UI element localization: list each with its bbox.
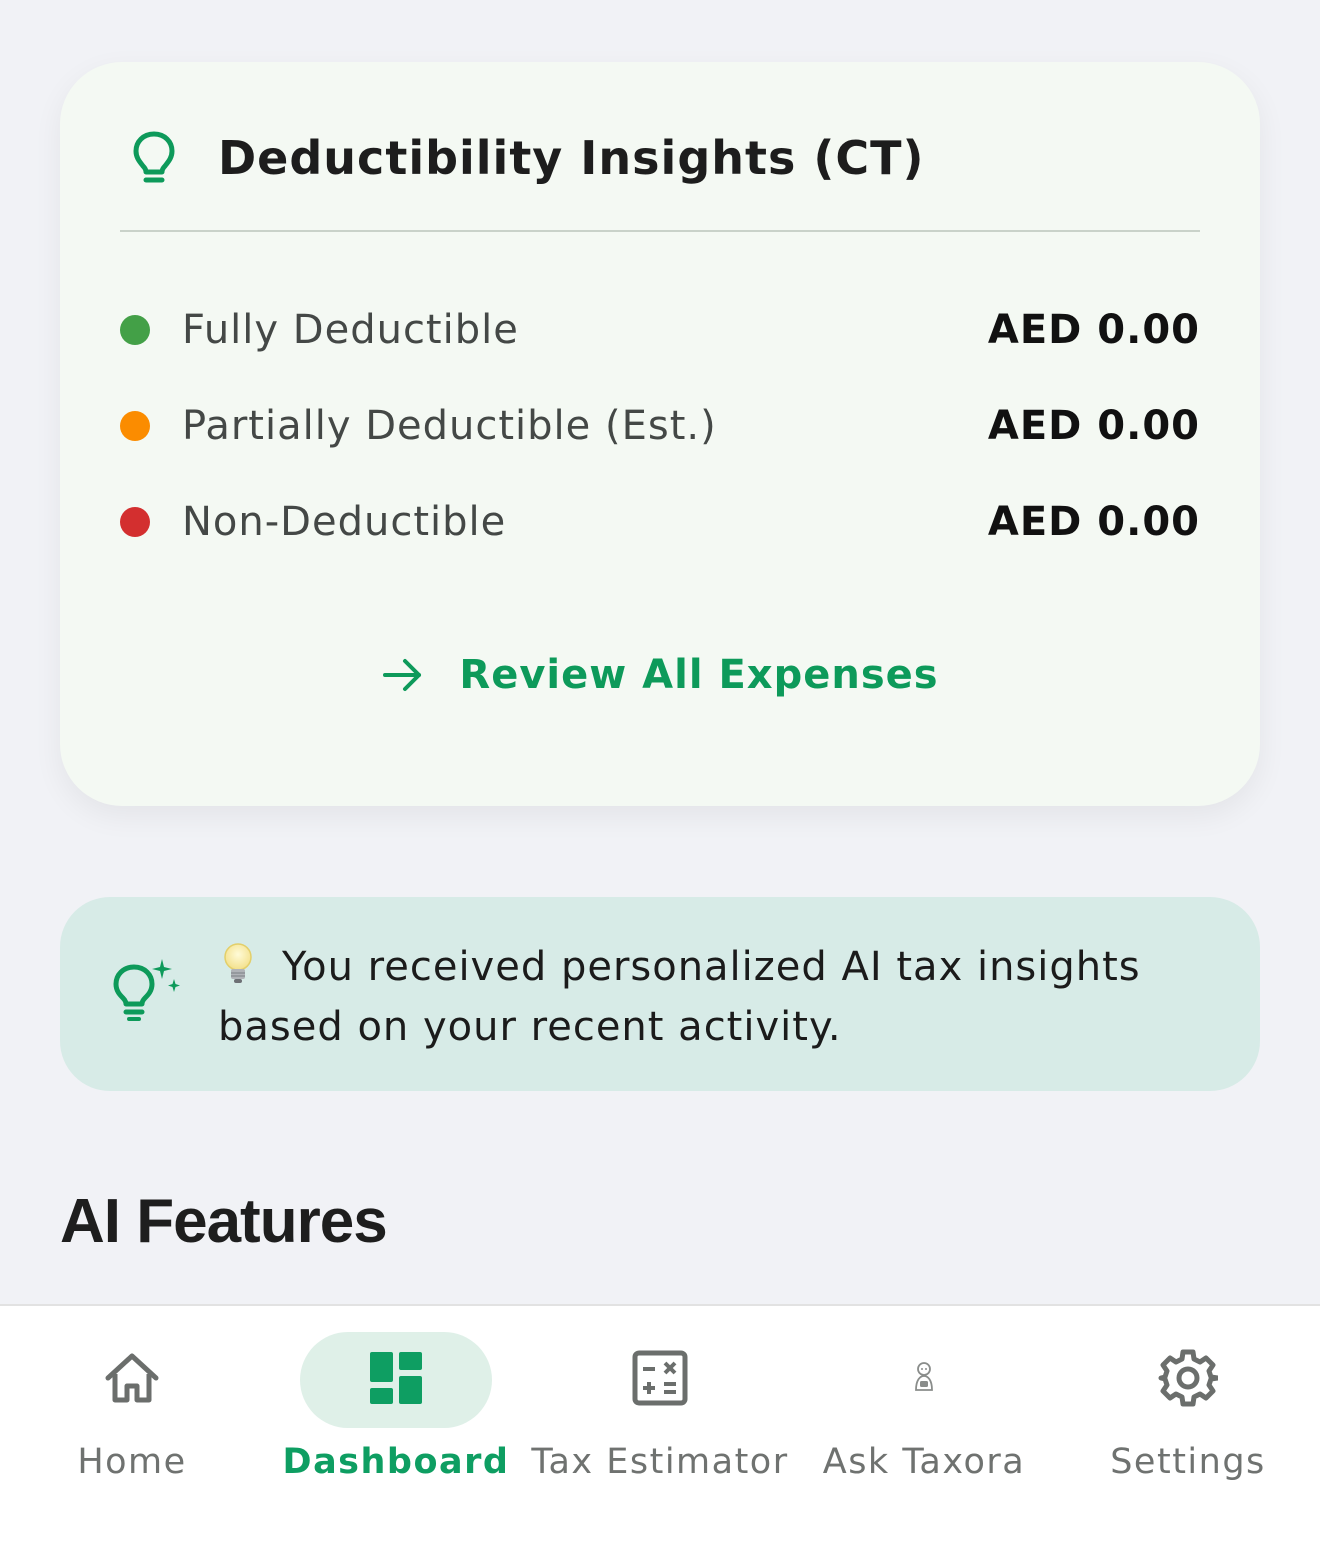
review-all-expenses-button[interactable]: Review All Expenses [60, 640, 1260, 710]
deductibility-row-fully: Fully Deductible AED 0.00 [120, 282, 1200, 378]
calculator-icon [632, 1350, 688, 1410]
nav-label: Tax Estimator [531, 1442, 789, 1482]
assistant-icon [912, 1360, 936, 1400]
nav-item-tax-estimator[interactable]: Tax Estimator [528, 1306, 792, 1548]
nav-icon-container [36, 1332, 228, 1428]
nav-label: Dashboard [282, 1442, 510, 1482]
nav-icon-container [1092, 1332, 1284, 1428]
home-icon [102, 1350, 162, 1410]
row-label: Non-Deductible [182, 499, 507, 545]
card-title: Deductibility Insights (CT) [218, 131, 925, 185]
nav-item-home[interactable]: Home [0, 1306, 264, 1548]
nav-item-dashboard[interactable]: Dashboard [264, 1306, 528, 1548]
dashboard-icon [368, 1350, 424, 1410]
nav-item-ask-taxora[interactable]: Ask Taxora [792, 1306, 1056, 1548]
nav-item-settings[interactable]: Settings [1056, 1306, 1320, 1548]
nav-icon-container [300, 1332, 492, 1428]
status-dot-orange [120, 411, 150, 441]
deductibility-row-partial: Partially Deductible (Est.) AED 0.00 [120, 378, 1200, 474]
ai-insights-message: You received personalized AI tax insight… [218, 944, 1141, 1050]
card-header: Deductibility Insights (CT) [120, 122, 1200, 232]
nav-label: Home [77, 1442, 187, 1482]
row-amount: AED 0.00 [987, 499, 1200, 545]
deductibility-row-non: Non-Deductible AED 0.00 [120, 474, 1200, 570]
bottom-navigation: Home Dashboard Tax Estimator Ask Taxora … [0, 1304, 1320, 1548]
nav-label: Settings [1110, 1442, 1266, 1482]
status-dot-red [120, 507, 150, 537]
ai-insights-text: You received personalized AI tax insight… [218, 937, 1198, 1057]
row-amount: AED 0.00 [987, 307, 1200, 353]
nav-icon-container [828, 1332, 1020, 1428]
arrow-right-icon [381, 653, 425, 697]
review-all-expenses-label: Review All Expenses [459, 652, 939, 698]
nav-icon-container [564, 1332, 756, 1428]
nav-label: Ask Taxora [822, 1442, 1026, 1482]
gear-icon [1158, 1348, 1221, 1412]
lightbulb-sparkle-icon [108, 955, 184, 1031]
ai-insights-banner[interactable]: You received personalized AI tax insight… [60, 897, 1260, 1091]
row-amount: AED 0.00 [987, 403, 1200, 449]
deductibility-list: Fully Deductible AED 0.00 Partially Dedu… [120, 282, 1200, 570]
row-label: Fully Deductible [182, 307, 519, 353]
lightbulb-icon [124, 128, 184, 188]
row-label: Partially Deductible (Est.) [182, 403, 717, 449]
lightbulb-emoji-icon [218, 942, 258, 986]
deductibility-insights-card: Deductibility Insights (CT) Fully Deduct… [60, 62, 1260, 806]
section-title: AI Features [60, 1187, 388, 1256]
status-dot-green [120, 315, 150, 345]
